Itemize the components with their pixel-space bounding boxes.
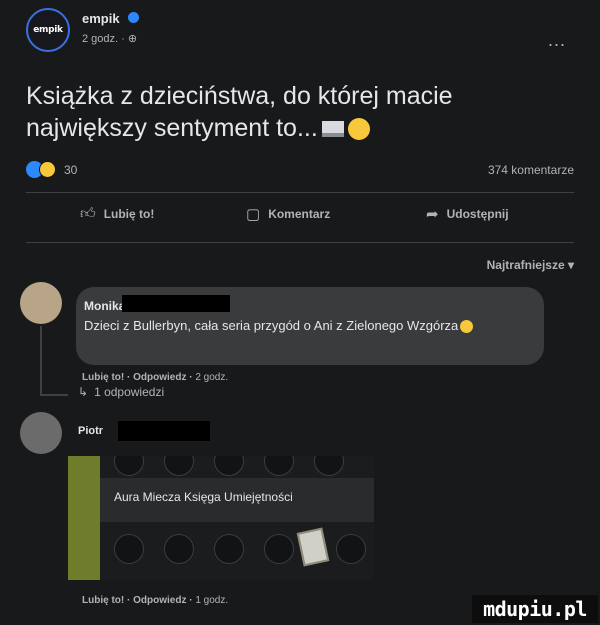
post-actions: 👍︎ Lubię to! ▢ Komentarz ➦ Udostępnij [26, 200, 574, 230]
comment-text: Dzieci z Bullerbyn, cała seria przygód o… [84, 317, 514, 335]
comment-author[interactable]: Piotr [78, 425, 103, 437]
comment-button-label: Komentarz [268, 207, 331, 221]
comment-sort-dropdown[interactable]: Najtrafniejsze ▾ [487, 258, 574, 272]
comment-reply-link[interactable]: Odpowiedz [133, 595, 186, 606]
post-meta: 2 godz. · ⊕ [82, 33, 138, 45]
speech-bubble-icon: ▢ [246, 206, 261, 223]
divider [26, 242, 574, 243]
book-emoji-icon [321, 121, 344, 138]
commenter-avatar[interactable] [20, 412, 62, 454]
replies-link-label: 1 odpowiedzi [94, 385, 165, 399]
post-header: empik empik 2 godz. · ⊕ ... [26, 8, 576, 68]
comment-count[interactable]: 374 komentarze [488, 163, 574, 177]
thread-line [40, 394, 68, 396]
inventory-slot [164, 534, 194, 564]
comment-like-link[interactable]: Lubię to! [82, 372, 124, 383]
inventory-slot [214, 534, 244, 564]
inventory-slot [264, 534, 294, 564]
image-item-title: Aura Miecza Księga Umiejętności [114, 490, 293, 504]
like-button[interactable]: 👍︎ Lubię to! [80, 205, 154, 223]
comment-reply-link[interactable]: Odpowiedz [133, 372, 186, 383]
inventory-slot [114, 534, 144, 564]
author-avatar[interactable]: empik [26, 8, 70, 52]
like-button-label: Lubię to! [103, 207, 155, 221]
comment-button[interactable]: ▢ Komentarz [246, 205, 330, 223]
inventory-slot [336, 534, 366, 564]
comment-time[interactable]: 1 godz. [195, 595, 228, 606]
post-text: Książka z dzieciństwa, do której macie n… [26, 80, 546, 144]
more-options-button[interactable]: ... [548, 30, 566, 51]
verified-badge-icon [128, 12, 139, 23]
reactions-summary[interactable]: 30 374 komentarze [26, 160, 574, 180]
share-arrow-icon: ➦ [426, 206, 439, 223]
image-side-bar [68, 456, 100, 580]
site-watermark: mdupiu.pl [472, 595, 598, 623]
reply-arrow-icon: ↳ [78, 385, 89, 399]
share-button[interactable]: ➦ Udostępnij [426, 205, 509, 223]
divider [26, 192, 574, 193]
view-replies-link[interactable]: ↳ 1 odpowiedzi [78, 385, 164, 399]
comment-meta: Lubię to! · Odpowiedz · 1 godz. [82, 595, 229, 606]
commenter-avatar[interactable] [20, 282, 62, 324]
reaction-count[interactable]: 30 [64, 163, 77, 177]
share-button-label: Udostępnij [446, 207, 509, 221]
comment-like-link[interactable]: Lubię to! [82, 595, 124, 606]
thumbs-up-icon: 👍︎ [80, 205, 96, 222]
comment-time[interactable]: 2 godz. [195, 372, 228, 383]
thread-line [40, 326, 42, 396]
redaction-bar [122, 295, 230, 312]
smile-emoji-icon [347, 118, 370, 141]
avatar-logo-text: empik [33, 25, 63, 35]
post-text-content: Książka z dzieciństwa, do której macie n… [26, 82, 453, 142]
comment-text-content: Dzieci z Bullerbyn, cała seria przygód o… [84, 318, 459, 333]
wow-reaction-icon [39, 161, 56, 178]
redaction-bar [118, 421, 210, 441]
comment-author[interactable]: Monika [84, 299, 125, 313]
comment-meta: Lubię to! · Odpowiedz · 2 godz. [82, 372, 229, 383]
smile-emoji-icon [460, 320, 474, 334]
comment-image[interactable]: Aura Miecza Księga Umiejętności [68, 456, 374, 580]
comment-bubble: Monika Dzieci z Bullerbyn, cała seria pr… [76, 287, 544, 365]
author-name[interactable]: empik [82, 11, 120, 26]
